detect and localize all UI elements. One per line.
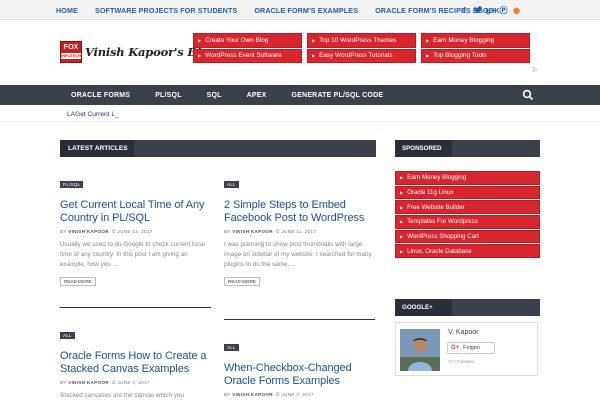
top-nav: HOME SOFTWARE PROJECTS FOR STUDENTS ORAC… <box>56 0 517 20</box>
section-title: LATEST ARTICLES <box>60 140 134 157</box>
ad-choices-icon[interactable]: ▷ <box>533 66 538 73</box>
latest-articles-header: LATEST ARTICLES <box>60 140 376 157</box>
post-excerpt: I was planning to show post thumbnails w… <box>224 241 372 268</box>
ad-link[interactable]: Earn Money Blogging <box>421 33 530 48</box>
divider <box>0 121 600 122</box>
nav-sql[interactable]: SQL <box>207 92 222 99</box>
rss-icon[interactable]: ◉ <box>510 6 523 15</box>
sponsored-link[interactable]: Free Website Builder <box>395 200 540 214</box>
post-date: JUNE 7, 2017 <box>281 392 314 397</box>
nav-generate-plsql-code[interactable]: GENERATE PL/SQL CODE <box>292 92 384 99</box>
sponsored-link[interactable]: Earn Money Blogging <box>395 171 540 185</box>
profile-name[interactable]: V. Kapoor <box>448 329 479 336</box>
post-meta: BY VINISH KAPOOR ⏱ JUNE 13, 2017 <box>60 229 153 234</box>
post-title[interactable]: When-Checkbox-Changed Oracle Forms Examp… <box>224 362 376 388</box>
post-meta: BY VINISH KAPOOR ⏱ JUNE 7, 2017 <box>224 392 314 397</box>
post-author[interactable]: VINISH KAPOOR <box>232 392 273 397</box>
post-meta: BY VINISH KAPOOR ⏱ JUNE 7, 2017 <box>60 380 150 385</box>
social-icons: f g+ Ⓟ ◉ <box>458 0 523 20</box>
nav-oracle-forms[interactable]: ORACLE FORMS <box>71 92 130 99</box>
read-more-button[interactable]: READ MORE <box>60 277 96 286</box>
post-author[interactable]: VINISH KAPOOR <box>68 380 109 385</box>
avatar[interactable] <box>400 329 440 371</box>
sponsored-link[interactable]: WordPress Shopping Cart <box>395 229 540 244</box>
main-nav: ORACLE FORMS PL/SQL SQL APEX GENERATE PL… <box>0 85 600 105</box>
sponsored-link[interactable]: Oracle 11g Linux <box>395 185 540 200</box>
category-tag[interactable]: ALL <box>224 344 239 351</box>
top-bar: HOME SOFTWARE PROJECTS FOR STUDENTS ORAC… <box>0 0 600 20</box>
post-title[interactable]: Oracle Forms How to Create a Stacked Can… <box>60 350 212 376</box>
google-plus-icon[interactable]: g+ <box>484 6 497 15</box>
category-tag[interactable]: ALL <box>224 181 239 188</box>
ad-link[interactable]: Create Your Own Blog <box>193 33 302 48</box>
sponsored-link[interactable]: Templates For Wordpress <box>395 215 540 229</box>
post-excerpt: Stacked canvases are the canvas which yo… <box>60 392 184 399</box>
ad-link[interactable]: Easy WordPress Tutorials <box>307 48 416 63</box>
divider <box>60 307 211 308</box>
follower-count: 717 Follower <box>448 359 475 364</box>
topnav-software-projects[interactable]: SOFTWARE PROJECTS FOR STUDENTS <box>95 6 237 15</box>
sponsored-link[interactable]: Linux, Oracle Database <box>395 244 540 258</box>
divider <box>224 319 375 320</box>
nav-apex[interactable]: APEX <box>247 92 267 99</box>
topnav-oracle-forms-examples[interactable]: ORACLE FORM'S EXAMPLES <box>254 6 358 15</box>
google-plus-icon: G+ <box>451 345 460 351</box>
section-title: SPONSORED <box>395 140 452 157</box>
pinterest-icon[interactable]: Ⓟ <box>497 5 510 16</box>
category-tag[interactable]: ALL <box>60 332 75 339</box>
post-card: ALL 2 Simple Steps to Embed Facebook Pos… <box>224 173 376 288</box>
post-excerpt: Usually we used to do Google to check cu… <box>60 241 205 268</box>
post-title[interactable]: Get Current Local Time of Any Country in… <box>60 199 212 225</box>
header-ad-links: Create Your Own Blog Top 10 WordPress Th… <box>193 33 530 63</box>
post-date: JUNE 13, 2017 <box>117 229 153 234</box>
post-meta: BY VINISH KAPOOR ⏱ JUNE 11, 2017 <box>224 229 317 234</box>
post-card: ALL When-Checkbox-Changed Oracle Forms E… <box>224 336 376 397</box>
ad-link[interactable]: Top 10 WordPress Themes <box>307 33 416 48</box>
logo-badge: FOX INFOTECH <box>60 41 82 63</box>
sponsored-links: Earn Money Blogging Oracle 11g Linux Fre… <box>395 171 540 259</box>
post-author[interactable]: VINISH KAPOOR <box>68 229 109 234</box>
topnav-home[interactable]: HOME <box>56 6 78 15</box>
google-plus-badge: V. Kapoor G+ Folgen 717 Follower <box>395 322 538 376</box>
nav-plsql[interactable]: PL/SQL <box>155 92 181 99</box>
sponsored-header: SPONSORED <box>395 140 540 157</box>
news-ticker[interactable]: LAGet Current L_ <box>67 111 119 118</box>
read-more-button[interactable]: READ MORE <box>224 277 260 286</box>
follow-button[interactable]: G+ Folgen <box>447 342 495 354</box>
post-date: JUNE 7, 2017 <box>117 380 150 385</box>
section-title: GOOGLE+ <box>395 299 452 316</box>
post-card: ALL Oracle Forms How to Create a Stacked… <box>60 324 212 400</box>
ad-link[interactable]: WordPress Event Software <box>193 48 302 63</box>
post-title[interactable]: 2 Simple Steps to Embed Facebook Post to… <box>224 199 376 225</box>
search-icon[interactable] <box>522 89 534 101</box>
post-date: JUNE 11, 2017 <box>281 229 317 234</box>
facebook-icon[interactable]: f <box>458 6 471 15</box>
twitter-icon[interactable] <box>471 5 484 15</box>
post-author[interactable]: VINISH KAPOOR <box>232 229 273 234</box>
post-card: PL/SQL Get Current Local Time of Any Cou… <box>60 173 212 288</box>
category-tag[interactable]: PL/SQL <box>60 181 84 188</box>
google-plus-header: GOOGLE+ <box>395 299 540 316</box>
ad-link[interactable]: Top Blogging Tools <box>421 48 530 63</box>
